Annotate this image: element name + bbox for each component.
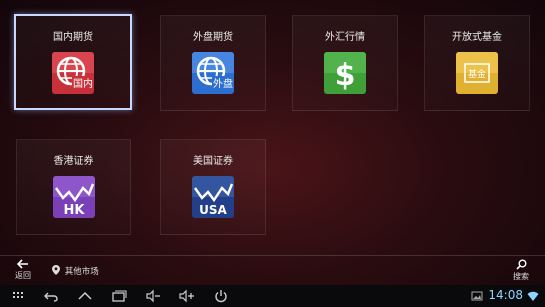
tile-label: 外汇行情 <box>325 32 365 43</box>
search-label: 搜索 <box>513 272 529 281</box>
screenshot-icon <box>471 290 483 302</box>
back-label: 返回 <box>15 271 31 280</box>
globe-icon: 外盘 <box>192 52 234 94</box>
tile-open-ended-fund[interactable]: 开放式基金 基金 <box>424 15 530 111</box>
tile-badge: 国内 <box>73 77 93 90</box>
tile-label: 开放式基金 <box>452 32 502 43</box>
wifi-icon <box>527 290 539 302</box>
tile-label: 外盘期货 <box>193 32 233 43</box>
search-icon <box>515 259 526 270</box>
home-nav-icon[interactable] <box>77 288 93 304</box>
volume-down-icon[interactable] <box>145 288 161 304</box>
tile-badge: HK <box>63 203 85 218</box>
tile-label: 美国证券 <box>193 156 233 167</box>
tile-badge: 基金 <box>468 68 486 80</box>
tile-label: 国内期货 <box>53 32 93 43</box>
tile-domestic-futures[interactable]: 国内期货 国内 <box>14 14 132 110</box>
tile-forex-quotes[interactable]: 外汇行情 $ <box>292 15 398 111</box>
tile-hk-securities[interactable]: 香港证券 HK <box>16 139 131 235</box>
power-icon[interactable] <box>213 288 229 304</box>
tile-us-securities[interactable]: 美国证券 USA <box>160 139 266 235</box>
market-menu: 国内期货 国内 外盘期货 外盘 外汇行情 $ 开放式基金 基金 香港证券 HK … <box>0 0 545 255</box>
tile-badge: 外盘 <box>213 77 233 90</box>
tile-badge: $ <box>335 58 356 93</box>
bottom-action-bar: 返回 其他市场 搜索 <box>0 255 545 286</box>
search-button[interactable]: 搜索 <box>509 259 533 282</box>
status-clock: 14:08 <box>488 288 523 302</box>
back-button[interactable]: 返回 <box>12 259 34 281</box>
apps-grid-icon[interactable] <box>10 288 26 304</box>
back-nav-icon[interactable] <box>43 288 59 304</box>
location-pin-icon <box>52 265 60 275</box>
stock-chart-icon: USA <box>192 176 234 218</box>
other-market-label: 其他市场 <box>64 267 99 277</box>
back-arrow-icon <box>17 259 28 269</box>
tile-label: 香港证券 <box>53 156 94 167</box>
volume-up-icon[interactable] <box>179 288 195 304</box>
fund-icon: 基金 <box>456 52 498 94</box>
globe-icon: 国内 <box>52 52 94 94</box>
tile-badge: USA <box>199 203 227 217</box>
other-market-button[interactable]: 其他市场 <box>52 265 99 277</box>
dollar-icon: $ <box>324 52 366 94</box>
tile-foreign-futures[interactable]: 外盘期货 外盘 <box>160 15 266 111</box>
stock-chart-icon: HK <box>52 176 95 218</box>
recent-apps-icon[interactable] <box>111 288 127 304</box>
system-navigation-bar: 14:08 <box>0 285 545 307</box>
